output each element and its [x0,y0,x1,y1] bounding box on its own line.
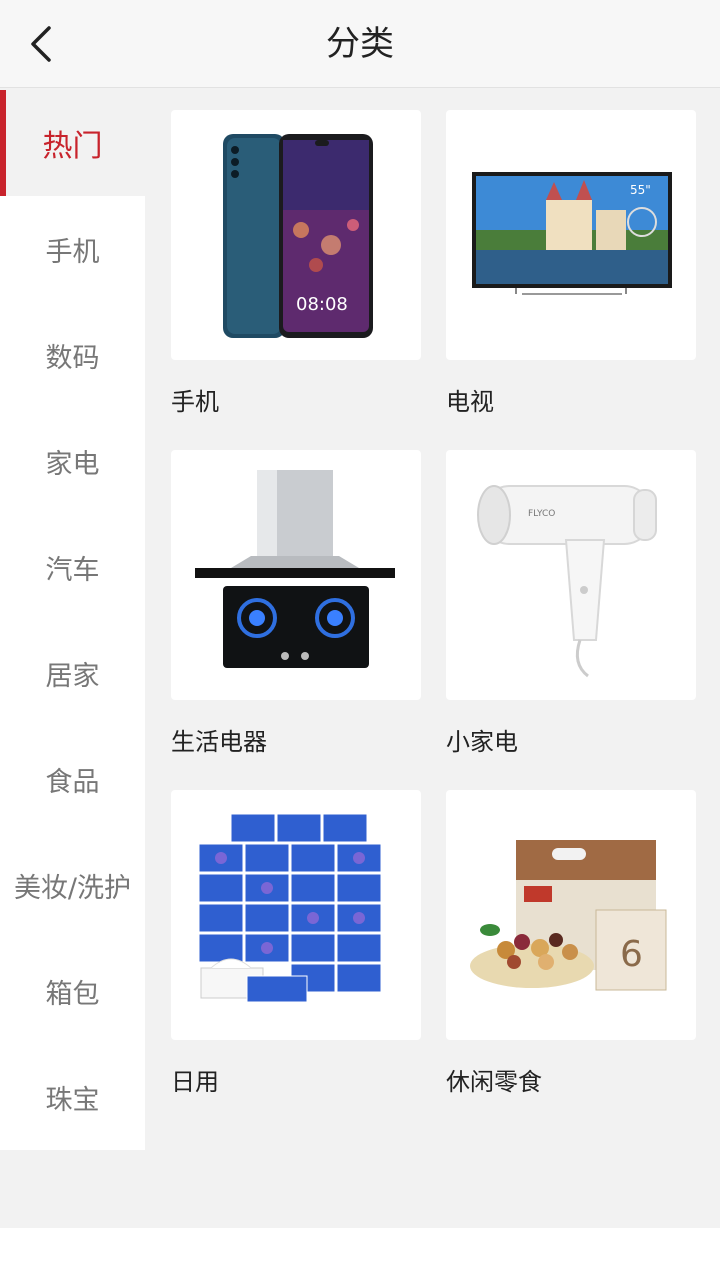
category-card-snacks[interactable]: 6 休闲零食 [446,790,696,1110]
svg-text:FLYCO: FLYCO [528,509,555,519]
product-grid: 08:08 手机 55" 电视 生活电器 FLYCO 小家电 日用 6 休闲零食 [145,90,720,1228]
category-sidebar: 热门 手机 数码 家电 汽车 居家 食品 美妆/洗护 箱包 珠宝 [0,90,145,1150]
sidebar-item-beauty[interactable]: 美妆/洗护 [0,832,145,938]
category-card-daily[interactable]: 日用 [171,790,421,1110]
category-label: 小家电 [446,728,518,756]
category-label: 休闲零食 [446,1068,542,1096]
smartphone-image: 08:08 [171,110,421,360]
sidebar-item-bags[interactable]: 箱包 [0,938,145,1044]
range-hood-stove-image [171,450,421,700]
svg-text:08:08: 08:08 [296,294,348,315]
top-bar: 分类 [0,0,720,88]
tv-image: 55" [446,110,696,360]
hair-dryer-image: FLYCO [446,450,696,700]
category-card-small-appliance[interactable]: FLYCO 小家电 [446,450,696,770]
category-label: 电视 [446,388,494,416]
sidebar-item-auto[interactable]: 汽车 [0,514,145,620]
tissue-boxes-image [171,790,421,1040]
sidebar-item-home[interactable]: 居家 [0,620,145,726]
snack-box-image: 6 [446,790,696,1040]
sidebar-item-digital[interactable]: 数码 [0,302,145,408]
category-label: 日用 [171,1068,219,1096]
bottom-area [0,1228,720,1280]
sidebar-item-jewelry[interactable]: 珠宝 [0,1044,145,1150]
category-card-phone[interactable]: 08:08 手机 [171,110,421,430]
category-card-tv[interactable]: 55" 电视 [446,110,696,430]
sidebar-item-food[interactable]: 食品 [0,726,145,832]
sidebar-item-phone[interactable]: 手机 [0,196,145,302]
category-label: 手机 [171,388,219,416]
sidebar-item-appliances[interactable]: 家电 [0,408,145,514]
svg-text:6: 6 [620,934,643,975]
svg-text:55": 55" [630,183,651,197]
category-card-appliances[interactable]: 生活电器 [171,450,421,770]
sidebar-item-hot[interactable]: 热门 [0,90,145,196]
page-title: 分类 [326,24,394,64]
category-label: 生活电器 [171,728,267,756]
